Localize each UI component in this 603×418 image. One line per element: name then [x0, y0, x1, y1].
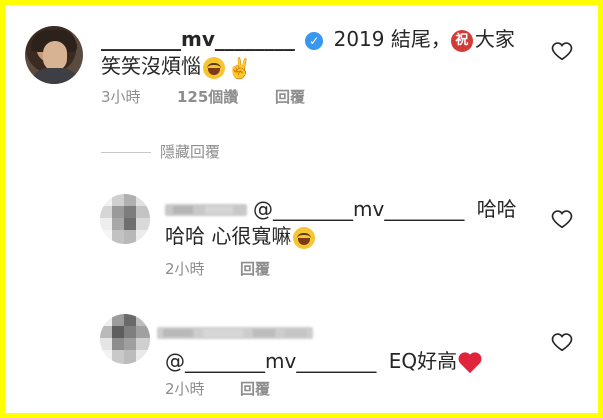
reply-button[interactable]: 回覆: [275, 87, 305, 107]
heart-outline-icon[interactable]: [551, 40, 573, 62]
mention-link[interactable]: @________mv________: [165, 349, 376, 373]
avatar[interactable]: [25, 26, 83, 84]
laughing-emoji-icon: [293, 226, 316, 249]
reply1-line-2: 哈哈 心很寬嘛: [165, 223, 316, 249]
comment-line-2: 笑笑沒煩惱 ✌️: [101, 53, 252, 81]
reply2-line: @________mv________ EQ好高: [165, 348, 483, 375]
comment-time: 3小時: [101, 88, 141, 106]
comment-text-end: 大家: [474, 27, 515, 51]
reply-time: 2小時: [165, 260, 205, 278]
comments-panel: ________mv________ ✓ 2019 結尾，祝大家 笑笑沒煩惱 ✌️…: [5, 5, 598, 413]
reply-button[interactable]: 回覆: [240, 259, 270, 279]
heart-outline-icon[interactable]: [551, 331, 573, 353]
hide-replies-button[interactable]: 隱藏回覆: [160, 142, 220, 162]
reply1-line-1: @________mv________ 哈哈: [253, 196, 517, 222]
red-heart-icon: [457, 351, 483, 375]
avatar[interactable]: [100, 314, 150, 364]
mention-link[interactable]: @________mv________: [253, 197, 464, 221]
victory-hand-icon: ✌️: [227, 55, 252, 80]
comment-line-1: ________mv________ ✓ 2019 結尾，祝大家: [101, 26, 515, 52]
reply-text-end: 哈哈: [476, 197, 517, 221]
reply-button[interactable]: 回覆: [240, 379, 270, 399]
blurred-username[interactable]: [165, 200, 247, 220]
verified-badge-icon: ✓: [305, 31, 324, 50]
reply-text-line2: 哈哈 心很寬嘛: [165, 224, 292, 248]
replies-divider: [101, 152, 151, 153]
comment-text-line2: 笑笑沒煩惱: [101, 54, 201, 78]
comment-username[interactable]: ________mv________: [101, 27, 295, 51]
celebration-seal-icon: 祝: [450, 29, 473, 52]
reply-time: 2小時: [165, 380, 205, 398]
laughing-emoji-icon: [203, 56, 225, 79]
reply-text-end: EQ好高: [388, 349, 458, 373]
blurred-username[interactable]: [157, 323, 313, 343]
heart-outline-icon[interactable]: [551, 208, 573, 230]
comment-text-part: 2019 結尾，: [333, 27, 451, 51]
comment-likes[interactable]: 125個讚: [177, 87, 238, 107]
avatar[interactable]: [100, 194, 150, 244]
